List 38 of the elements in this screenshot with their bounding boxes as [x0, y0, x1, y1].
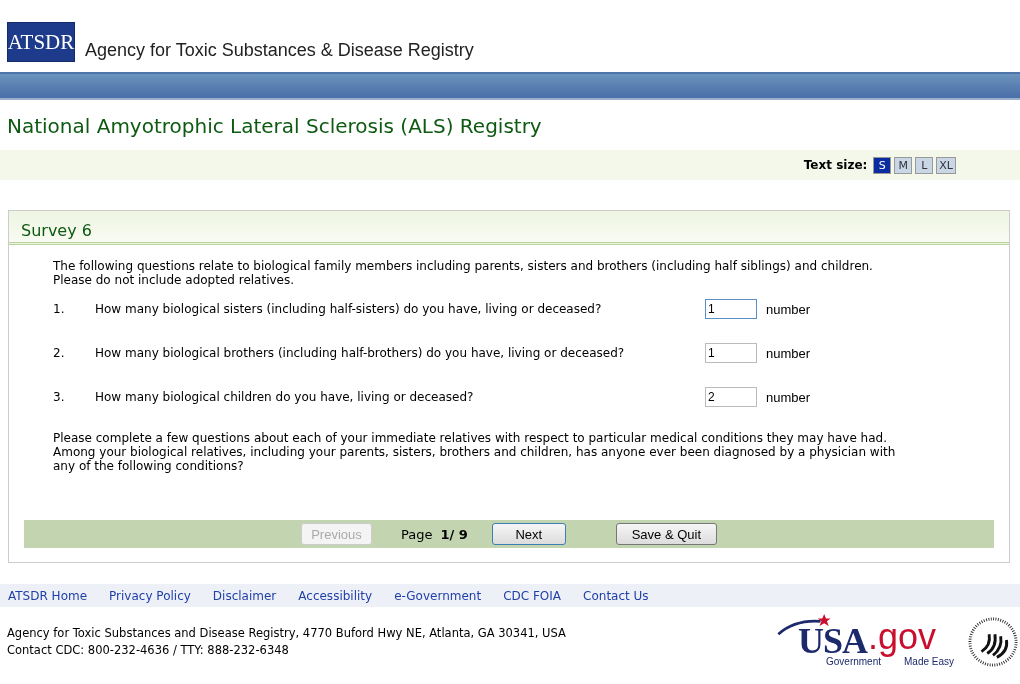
- footer-link[interactable]: Privacy Policy: [109, 588, 191, 603]
- question-number: 1.: [53, 302, 66, 316]
- number-input[interactable]: 1: [705, 299, 757, 319]
- footer-link[interactable]: Disclaimer: [212, 588, 277, 603]
- unit-label: number: [766, 389, 811, 405]
- atsdr-logo[interactable]: ATSDR: [7, 22, 75, 62]
- question-text: How many biological sisters (including half-sisters) do you have, living or deceased?: [95, 302, 603, 316]
- usagov-logo[interactable]: USA.gov Government Made Easy: [776, 614, 958, 670]
- eagle-seal-icon: [968, 617, 1018, 667]
- text-size-button[interactable]: S: [873, 156, 892, 174]
- footer-link[interactable]: CDC FOIA: [503, 588, 562, 603]
- next-button[interactable]: Next: [491, 523, 566, 545]
- text-size-button[interactable]: L: [915, 156, 934, 174]
- question-number: 3.: [53, 390, 66, 404]
- survey-title: Survey 6: [21, 221, 92, 240]
- number-input[interactable]: 2: [705, 387, 757, 407]
- unit-label: number: [766, 345, 811, 361]
- question-text: How many biological brothers (including half-brothers) do you have, living or deceased?: [95, 346, 626, 360]
- text-size-button[interactable]: M: [894, 156, 913, 174]
- conditions-text: Please complete a few questions about each of your immediate relatives with respect to particular medical conditions they may have had. Among your biological relatives, including your parents, sisters, brothers and children, has anyone ever been diagnosed by a physician with any of the following conditions?: [53, 431, 897, 473]
- text-size-label: Text size:: [803, 158, 868, 172]
- page-label: Page: [401, 526, 433, 542]
- footer-link[interactable]: Accessibility: [298, 588, 373, 603]
- save-quit-button[interactable]: Save & Quit: [615, 523, 717, 545]
- intro-text: The following questions relate to biological family members including parents, sisters and brothers (including half siblings) and children. Please do not include adopted relatives.: [53, 259, 874, 287]
- footer-link[interactable]: e-Government: [394, 588, 482, 603]
- question-number: 2.: [53, 346, 66, 360]
- question-text: How many biological children do you have, living or deceased?: [95, 390, 475, 404]
- page-number: 1/ 9: [440, 526, 468, 542]
- page-title: National Amyotrophic Lateral Sclerosis (ALS) Registry: [7, 114, 543, 140]
- text-size-button[interactable]: XL: [936, 156, 956, 174]
- footer-link[interactable]: Contact Us: [583, 588, 649, 603]
- address-line: Agency for Toxic Substances and Disease Registry, 4770 Buford Hwy NE, Atlanta, GA 30341, USA: [7, 625, 567, 642]
- unit-label: number: [766, 301, 811, 317]
- footer-link[interactable]: ATSDR Home: [8, 588, 88, 603]
- address-line: Contact CDC: 800-232-4636 / TTY: 888-232-6348: [7, 642, 290, 659]
- number-input[interactable]: 1: [705, 343, 757, 363]
- agency-name: Agency for Toxic Substances & Disease Registry: [85, 40, 474, 62]
